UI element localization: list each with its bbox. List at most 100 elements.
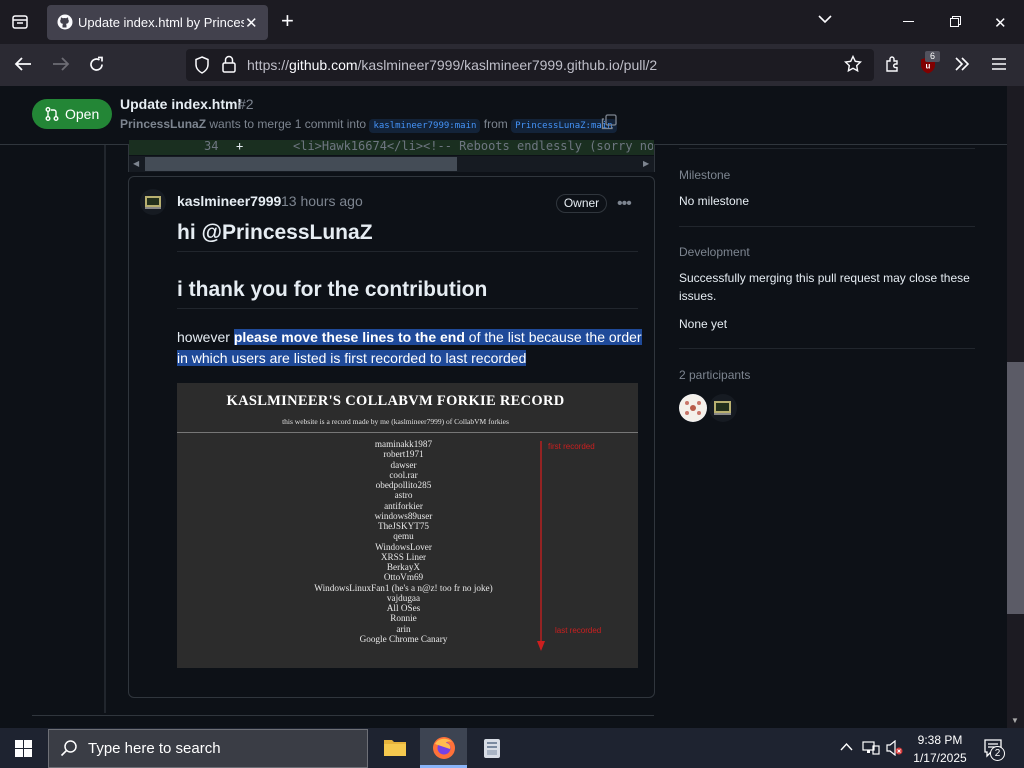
diff-marker: + (236, 139, 244, 153)
firefox-icon (432, 736, 456, 760)
pr-merge-summary: PrincessLunaZ wants to merge 1 commit in… (120, 117, 617, 133)
list-item: astro (394, 490, 413, 501)
tab-list-chevron-icon[interactable] (818, 14, 832, 24)
development-description: Successfully merging this pull request m… (679, 271, 970, 303)
diff-scroll-thumb[interactable] (145, 157, 457, 171)
url-prefix: https:// (247, 57, 290, 73)
milestone-heading[interactable]: Milestone (679, 168, 730, 182)
comment-paragraph: however please move these lines to the e… (177, 327, 642, 369)
list-item: antiforkier (384, 500, 423, 511)
pr-merge-text: wants to merge 1 commit into (209, 117, 367, 131)
record-divider (177, 432, 638, 433)
git-pull-request-icon (44, 106, 60, 122)
pr-state-badge: Open (32, 99, 112, 129)
base-branch[interactable]: kaslmineer7999:main (369, 119, 481, 133)
extensions-puzzle-icon[interactable] (884, 55, 902, 73)
clock-time: 9:38 PM (917, 733, 963, 747)
windows-start-icon[interactable] (15, 740, 32, 757)
list-item: XRSS Liner (380, 551, 427, 562)
search-icon (60, 739, 78, 757)
record-title: KASLMINEER'S COLLABVM FORKIE RECORD (226, 393, 565, 409)
pr-title: Update index.html (120, 96, 242, 112)
timeline-divider (32, 715, 654, 716)
minimize-window-icon[interactable] (903, 21, 914, 23)
list-item: cool.rar (389, 469, 418, 480)
pr-state-label: Open (65, 106, 100, 122)
para-start: however (177, 329, 234, 345)
list-item: robert1971 (383, 449, 424, 460)
scroll-left-arrow-icon[interactable]: ◀ (133, 159, 139, 168)
hamburger-menu-icon[interactable] (991, 57, 1007, 71)
first-recorded-label: first recorded (548, 442, 595, 451)
url-path: /kaslmineer7999/kaslmineer7999.github.io… (357, 57, 658, 73)
comment-author[interactable]: kaslmineer7999 (177, 193, 281, 209)
restore-window-icon[interactable] (950, 16, 961, 27)
clock-date: 1/17/2025 (913, 751, 967, 765)
url-domain: github.com (289, 57, 358, 73)
owner-badge: Owner (556, 194, 607, 213)
list-item: qemu (393, 531, 414, 542)
tracking-shield-icon[interactable] (194, 56, 210, 74)
record-subtitle: this website is a record made by me (kas… (282, 417, 509, 426)
list-item: dawser (390, 459, 417, 470)
diff-line-number: 34 (204, 139, 219, 153)
pr-sticky-header (0, 86, 1007, 145)
order-arrow-icon (535, 439, 547, 655)
overflow-menu-chevrons-icon[interactable] (954, 57, 970, 71)
list-item: Ronnie (390, 613, 417, 624)
record-screenshot-image[interactable]: KASLMINEER'S COLLABVM FORKIE RECORD this… (177, 383, 638, 668)
tab-title: Update index.html by PrincessL (78, 15, 244, 30)
app-taskbar-icon[interactable] (481, 736, 503, 760)
heading-divider (177, 251, 638, 252)
reload-icon[interactable] (88, 56, 105, 73)
list-item: maminakk1987 (374, 439, 433, 449)
scroll-down-arrow-icon[interactable]: ▼ (1011, 716, 1019, 725)
participant-avatar[interactable] (709, 394, 737, 422)
padlock-icon[interactable] (222, 55, 236, 73)
back-arrow-icon[interactable] (14, 56, 32, 72)
network-icon[interactable] (862, 740, 880, 756)
forward-arrow-icon[interactable] (52, 56, 70, 72)
extension-badge: 6 (925, 51, 940, 62)
comment-timestamp[interactable]: 13 hours ago (281, 193, 363, 209)
volume-muted-icon[interactable] (886, 740, 904, 756)
last-recorded-label: last recorded (555, 626, 602, 635)
participants-heading: 2 participants (679, 368, 751, 382)
diff-code: <li>Hawk16674</li><!-- Reboots endlessly… (293, 139, 653, 153)
avatar[interactable] (140, 189, 166, 215)
url-text[interactable]: https://github.com/kaslmineer7999/kaslmi… (247, 57, 657, 73)
scroll-right-arrow-icon[interactable]: ▶ (643, 159, 649, 168)
page-scroll-thumb[interactable] (1007, 362, 1024, 614)
more-options-icon[interactable]: ••• (617, 195, 637, 212)
notification-badge: 2 (990, 746, 1005, 761)
tab-overview-icon[interactable] (11, 13, 29, 31)
close-window-icon[interactable]: ✕ (994, 14, 1007, 32)
sidebar-divider (679, 348, 975, 349)
list-item: All OSes (386, 603, 421, 613)
record-name-list: maminakk1987 robert1971 dawser cool.rar … (255, 439, 552, 644)
development-heading[interactable]: Development (679, 245, 750, 259)
list-item: arin (396, 623, 411, 634)
taskbar-search-placeholder: Type here to search (88, 740, 221, 757)
participant-avatar[interactable] (679, 394, 707, 422)
pr-number: #2 (238, 96, 254, 112)
svg-text:u: u (926, 62, 931, 71)
file-explorer-icon[interactable] (383, 737, 407, 757)
milestone-value: No milestone (679, 194, 750, 208)
bookmark-star-icon[interactable] (844, 55, 862, 73)
comment-heading-1: hi @PrincessLunaZ (177, 221, 373, 244)
list-item: WindowsLinuxFan1 (he's a n@z! too fr no … (314, 582, 493, 593)
list-item: WindowsLover (375, 541, 432, 552)
timeline-line (104, 145, 106, 713)
list-item: BerkayX (386, 562, 421, 572)
copy-branch-icon[interactable] (601, 114, 617, 130)
list-item: obedpollito285 (375, 480, 432, 490)
pr-author-link[interactable]: PrincessLunaZ (120, 117, 206, 131)
tray-chevron-up-icon[interactable] (840, 742, 853, 751)
comment-heading-2: i thank you for the contribution (177, 278, 488, 301)
pr-from-text: from (483, 117, 508, 131)
tab-close-icon[interactable]: ✕ (245, 14, 258, 32)
system-clock[interactable]: 9:38 PM 1/17/2025 (910, 731, 970, 767)
github-favicon-icon (57, 14, 73, 30)
new-tab-icon[interactable]: + (281, 10, 294, 32)
